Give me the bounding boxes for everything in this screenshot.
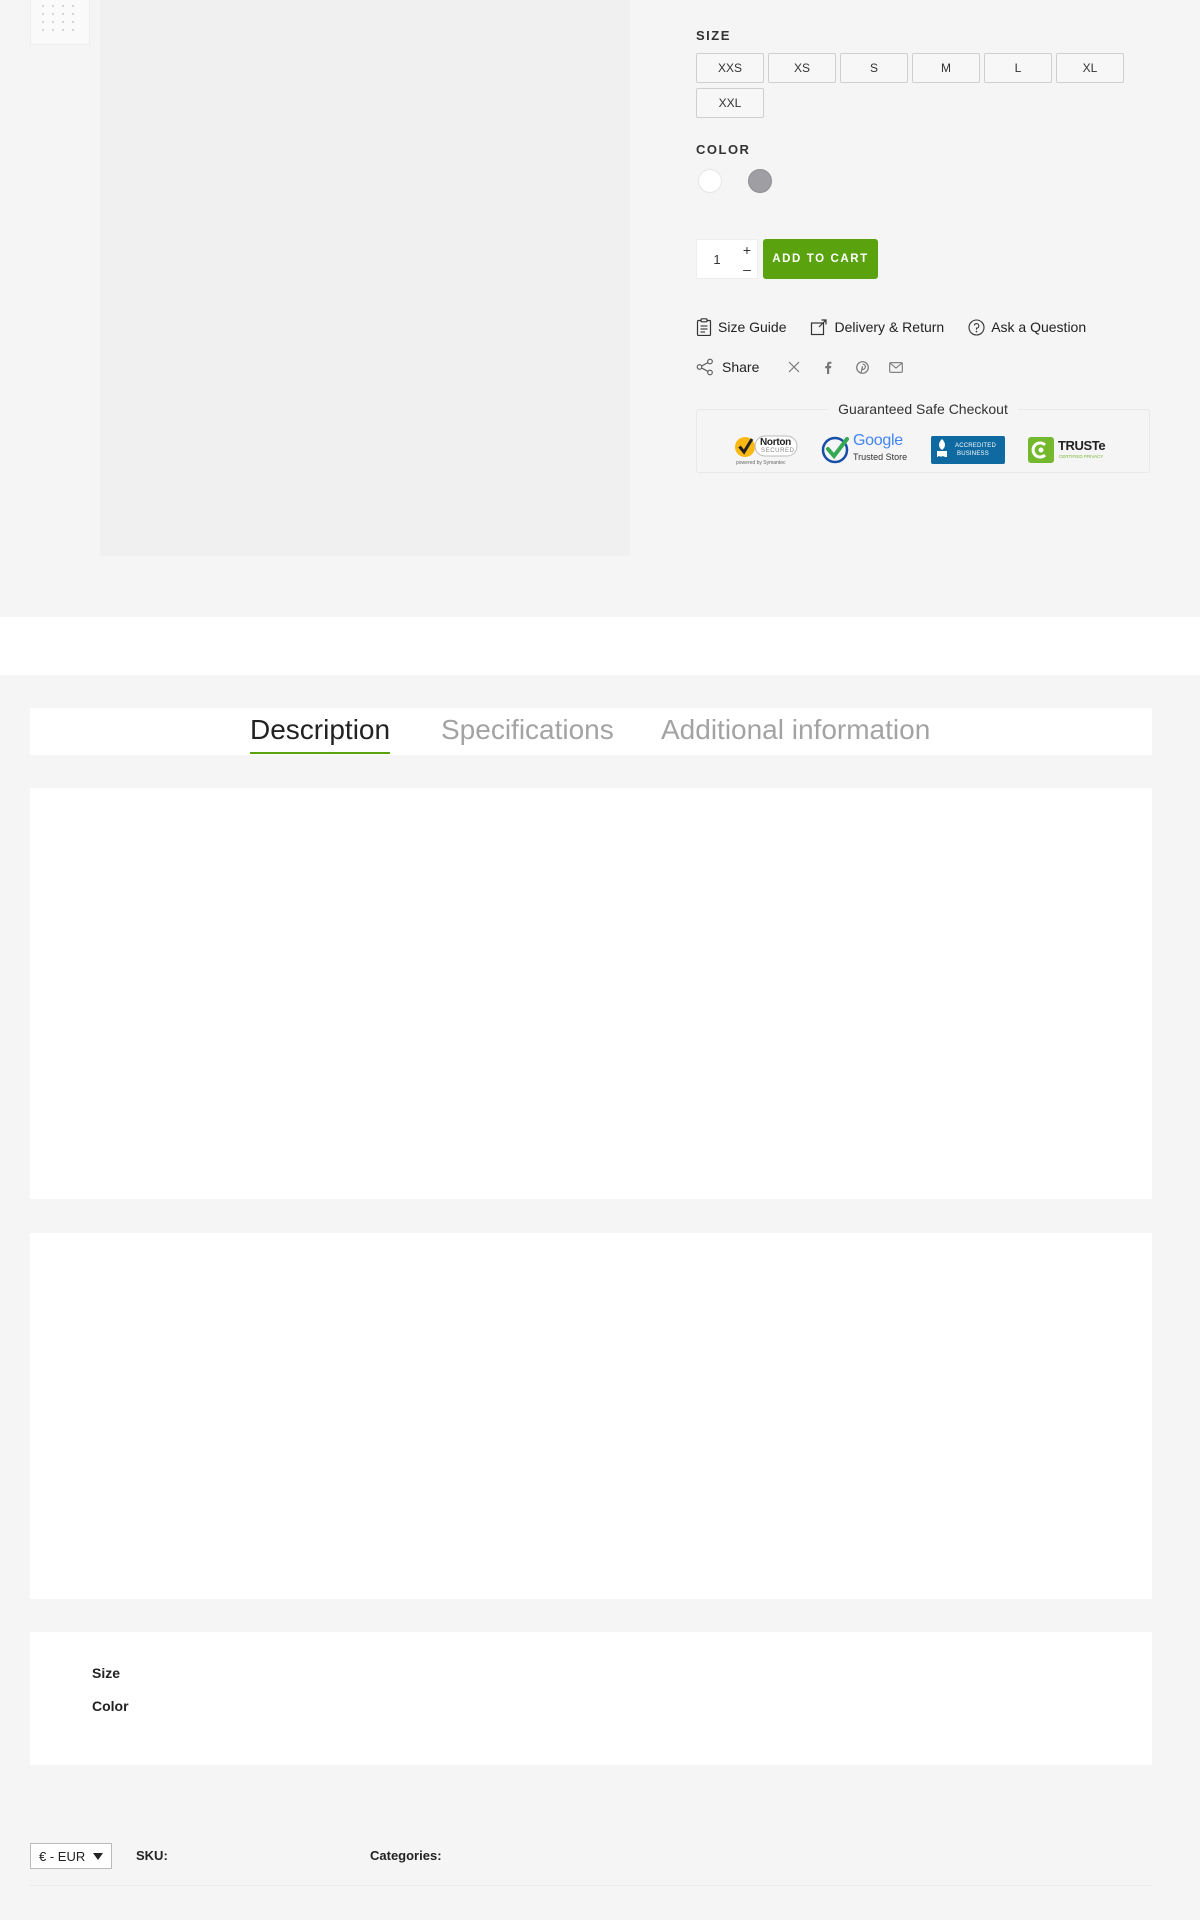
product-tabs: Description Specifications Additional in… bbox=[30, 708, 1152, 755]
color-swatch-white[interactable] bbox=[698, 169, 722, 193]
quantity-stepper: 1 + – bbox=[696, 239, 758, 279]
quantity-increase-button[interactable]: + bbox=[737, 240, 757, 259]
email-icon bbox=[889, 361, 904, 373]
size-label: SIZE bbox=[696, 28, 731, 43]
size-option-xl[interactable]: XL bbox=[1056, 53, 1124, 83]
delivery-return-link[interactable]: Delivery & Return bbox=[810, 318, 944, 336]
share-email-button[interactable] bbox=[879, 361, 913, 373]
size-option-xxs[interactable]: XXS bbox=[696, 53, 764, 83]
delivery-box-icon bbox=[811, 319, 828, 336]
safe-checkout-box: Guaranteed Safe Checkout Norton SECURED … bbox=[696, 401, 1150, 473]
truste-badge: TRUSTe CERTIFIED PRIVACY bbox=[1028, 435, 1110, 465]
norton-badge: Norton SECURED powered by Symantec bbox=[733, 432, 799, 468]
delivery-return-label: Delivery & Return bbox=[834, 319, 945, 335]
categories-label: Categories: bbox=[370, 1848, 442, 1863]
color-swatch-gray[interactable] bbox=[748, 169, 772, 193]
facebook-icon bbox=[825, 361, 832, 374]
google-check-icon bbox=[821, 436, 849, 464]
gallery-thumbnail[interactable] bbox=[30, 0, 90, 45]
share-row: Share bbox=[696, 358, 913, 376]
size-options: XXS XS S M L XL XXL bbox=[696, 53, 1128, 118]
tab-specifications[interactable]: Specifications bbox=[441, 714, 614, 752]
description-panel bbox=[30, 788, 1152, 1199]
size-option-xs[interactable]: XS bbox=[768, 53, 836, 83]
ask-question-link[interactable]: Ask a Question bbox=[968, 318, 1086, 336]
quantity-input[interactable]: 1 bbox=[697, 240, 737, 278]
share-facebook-button[interactable] bbox=[811, 361, 845, 374]
specifications-panel bbox=[30, 1233, 1152, 1599]
product-help-links: Size Guide Delivery & Return Ask a Quest… bbox=[696, 318, 1086, 336]
size-guide-label: Size Guide bbox=[718, 319, 787, 335]
additional-information-panel: Size Color bbox=[30, 1632, 1152, 1765]
attribute-color-label: Color bbox=[92, 1698, 129, 1714]
currency-value: € - EUR bbox=[39, 1848, 86, 1864]
bbb-badge-line2: BUSINESS bbox=[957, 451, 989, 457]
share-x-button[interactable] bbox=[777, 361, 811, 373]
norton-badge-powered: powered by Symantec bbox=[736, 460, 786, 466]
color-label: COLOR bbox=[696, 142, 751, 157]
size-guide-link[interactable]: Size Guide bbox=[696, 318, 786, 336]
norton-badge-sub: SECURED bbox=[761, 448, 795, 454]
bbb-badge-line1: ACCREDITED bbox=[955, 443, 997, 449]
truste-seal-icon bbox=[1028, 437, 1054, 463]
thumbnail-pattern bbox=[42, 5, 74, 31]
google-badge-name: Google bbox=[853, 432, 903, 449]
clipboard-icon bbox=[696, 318, 712, 336]
meta-divider bbox=[30, 1885, 1152, 1886]
currency-select[interactable]: € - EUR bbox=[30, 1843, 112, 1869]
size-option-l[interactable]: L bbox=[984, 53, 1052, 83]
attribute-size-label: Size bbox=[92, 1665, 121, 1681]
size-option-m[interactable]: M bbox=[912, 53, 980, 83]
tab-description[interactable]: Description bbox=[250, 714, 391, 754]
size-option-s[interactable]: S bbox=[840, 53, 908, 83]
safe-checkout-title: Guaranteed Safe Checkout bbox=[828, 401, 1018, 417]
truste-badge-name: TRUSTe bbox=[1058, 438, 1106, 453]
size-option-xxl[interactable]: XXL bbox=[696, 88, 764, 118]
caret-down-icon bbox=[93, 1853, 103, 1860]
trust-badges: Norton SECURED powered by Symantec Googl… bbox=[733, 432, 1110, 468]
bbb-badge-name: BBB bbox=[934, 456, 945, 462]
google-trusted-store-badge: Google Trusted Store bbox=[821, 432, 911, 468]
pinterest-icon bbox=[855, 360, 869, 374]
quantity-decrease-button[interactable]: – bbox=[737, 259, 757, 278]
share-icon bbox=[696, 358, 713, 376]
share-pinterest-button[interactable] bbox=[845, 360, 879, 374]
color-swatches bbox=[698, 169, 772, 193]
product-main-image[interactable] bbox=[100, 0, 630, 556]
question-circle-icon bbox=[968, 318, 985, 336]
section-divider-band bbox=[0, 617, 1200, 675]
add-to-cart-button[interactable]: ADD TO CART bbox=[763, 239, 878, 279]
ask-question-label: Ask a Question bbox=[991, 319, 1087, 335]
tab-additional-information[interactable]: Additional information bbox=[661, 714, 930, 752]
sku-label: SKU: bbox=[136, 1848, 168, 1863]
share-label: Share bbox=[722, 359, 760, 375]
truste-badge-sub: CERTIFIED PRIVACY bbox=[1059, 454, 1104, 459]
norton-badge-name: Norton bbox=[760, 437, 791, 448]
bbb-accredited-badge: BBB ACCREDITED BUSINESS bbox=[931, 436, 1005, 464]
x-icon bbox=[788, 361, 800, 373]
google-badge-sub: Trusted Store bbox=[853, 452, 908, 462]
